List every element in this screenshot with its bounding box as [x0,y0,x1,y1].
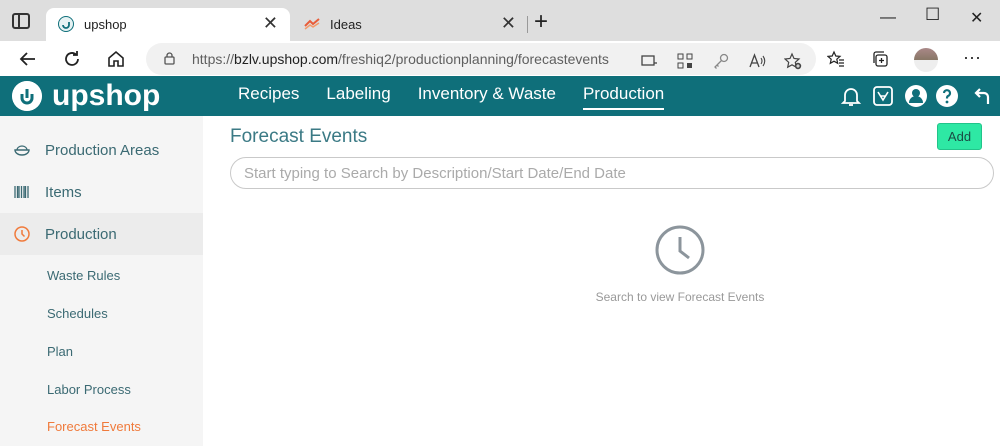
bowl-icon [14,145,30,156]
app-available-icon[interactable] [640,52,658,70]
sidebar-item-items[interactable]: Items [0,171,203,213]
sidebar-item-label: Items [45,183,82,201]
nav-production[interactable]: Production [582,84,665,110]
bell-icon[interactable] [839,84,863,108]
browser-toolbar: https://bzlv.upshop.com/freshiq2/product… [0,41,1000,77]
add-button[interactable]: Add [937,123,982,150]
url-text: https://bzlv.upshop.com/freshiq2/product… [192,51,609,67]
sidebar-subitem-labor-process[interactable]: Labor Process [47,382,131,397]
clock-icon [14,226,30,242]
main-nav: Recipes Labeling Inventory & Waste Produ… [238,84,691,110]
settings-more-icon[interactable]: ··· [962,47,982,67]
add-favorite-icon[interactable] [784,52,802,70]
back-icon[interactable] [18,49,38,69]
sidebar-subitem-waste-rules[interactable]: Waste Rules [47,268,120,283]
app-header: upshop Recipes Labeling Inventory & Wast… [0,76,1000,116]
user-account-icon[interactable] [904,84,928,108]
sidebar-subitem-schedules[interactable]: Schedules [47,306,108,321]
home-icon[interactable] [106,49,126,69]
browser-tab-strip: upshop ✕ Ideas ✕ + — ☐ ✕ [0,0,1000,41]
new-tab-icon[interactable]: + [534,10,548,34]
upshop-favicon-icon [58,16,74,32]
tab-title: Ideas [330,17,362,32]
sidebar-subitem-forecast-events[interactable]: Forecast Events [47,419,141,434]
sidebar-item-label: Production [45,225,117,243]
return-icon[interactable] [972,84,992,108]
close-tab-icon[interactable]: ✕ [501,14,516,32]
qr-code-icon[interactable] [676,52,694,70]
nav-recipes[interactable]: Recipes [238,84,299,110]
tab-separator [527,16,528,33]
store-switch-icon[interactable] [871,84,895,108]
nav-labeling[interactable]: Labeling [326,84,390,110]
tab-actions-icon[interactable] [12,13,30,29]
close-window-icon[interactable]: ✕ [970,8,983,28]
minimize-icon[interactable]: — [880,9,896,27]
profile-avatar[interactable] [914,48,938,72]
nav-inventory-waste[interactable]: Inventory & Waste [418,84,556,110]
barcode-icon [14,186,29,198]
sidebar-item-label: Production Areas [45,141,160,159]
favorites-icon[interactable] [827,50,845,68]
address-bar[interactable]: https://bzlv.upshop.com/freshiq2/product… [146,43,816,75]
help-icon[interactable] [935,84,959,108]
upshop-logo-icon [12,81,42,111]
search-input[interactable] [230,157,994,189]
tab-upshop[interactable]: upshop ✕ [46,8,290,41]
ideas-favicon-icon [304,18,320,30]
sidebar: Production Areas Items Production Waste … [0,116,203,446]
sidebar-subitem-plan[interactable]: Plan [47,344,73,359]
sidebar-item-production-areas[interactable]: Production Areas [0,129,203,171]
read-aloud-icon[interactable] [748,52,766,70]
empty-state-text: Search to view Forecast Events [595,290,765,304]
lock-icon[interactable] [164,52,175,65]
collections-icon[interactable] [871,50,889,68]
tab-ideas[interactable]: Ideas ✕ [292,8,528,41]
password-key-icon[interactable] [712,52,730,70]
tab-title: upshop [84,17,127,32]
refresh-icon[interactable] [62,49,82,69]
clock-icon [655,225,705,275]
logo-text: upshop [52,79,161,112]
close-tab-icon[interactable]: ✕ [263,14,278,32]
upshop-logo[interactable]: upshop [12,79,160,113]
maximize-icon[interactable]: ☐ [925,5,940,25]
sidebar-item-production[interactable]: Production [0,213,203,255]
page-title: Forecast Events [230,126,368,147]
